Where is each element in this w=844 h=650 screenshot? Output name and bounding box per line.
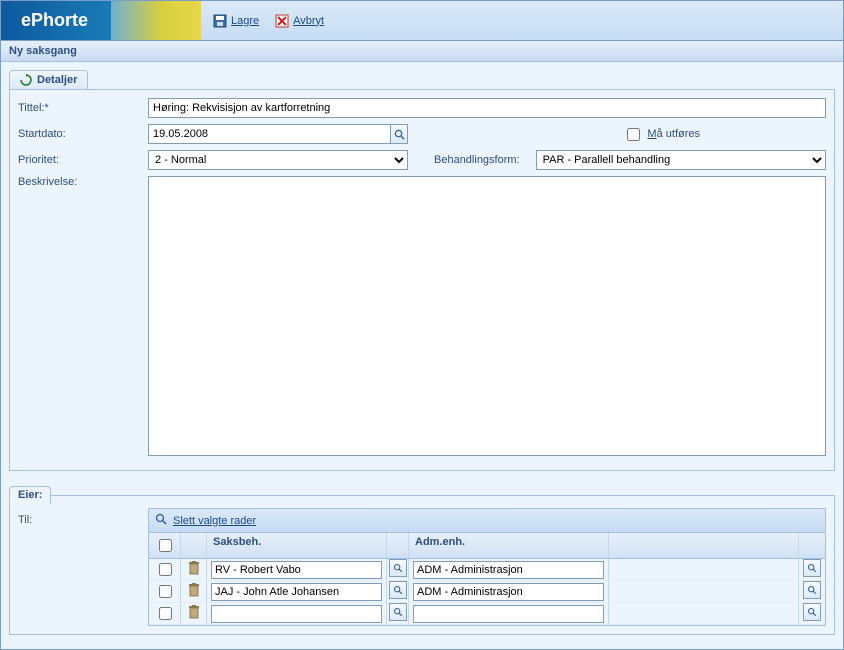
table-row [149,559,825,581]
ma-utfores-checkbox[interactable] [627,128,640,141]
search-icon [394,129,405,140]
brand-text: ePhorte [21,10,88,31]
refresh-icon [20,74,32,86]
cancel-icon [275,14,289,28]
row-select-checkbox[interactable] [159,607,172,620]
admenh-lookup-button[interactable] [803,603,821,621]
saksbeh-input[interactable] [211,583,382,601]
ma-utfores-label: Må utføres [647,128,700,140]
table-row [149,581,825,603]
row-select-checkbox[interactable] [159,585,172,598]
tittel-input[interactable] [148,98,826,118]
saksbeh-input[interactable] [211,605,382,623]
col-admenh-header: Adm.enh. [409,533,609,558]
saksbeh-lookup-button[interactable] [389,603,407,621]
startdato-input[interactable] [148,124,390,144]
saksbeh-lookup-button[interactable] [389,559,407,577]
grid-header: Saksbeh. Adm.enh. [149,533,825,559]
cancel-button[interactable]: Avbryt [275,14,324,28]
behandlingsform-label: Behandlingsform: [434,154,520,166]
table-row [149,603,825,625]
brand-logo: ePhorte [1,1,201,40]
select-all-checkbox[interactable] [159,539,172,552]
content-area: Detaljer Tittel:* Startdato: [1,62,843,649]
eier-panel: Eier: Til: Slett valgte rader Saksbeh. [9,495,835,635]
grid-toolbar: Slett valgte rader [149,509,825,533]
trash-icon[interactable] [188,605,200,622]
page-title: Ny saksgang [1,41,843,62]
saksbeh-lookup-button[interactable] [389,581,407,599]
prioritet-label: Prioritet: [18,154,148,166]
startdato-lookup-button[interactable] [390,124,408,144]
save-button[interactable]: Lagre [213,14,259,28]
detaljer-tab[interactable]: Detaljer [9,70,88,89]
startdato-label: Startdato: [18,128,148,140]
eier-tab[interactable]: Eier: [9,486,51,504]
trash-icon[interactable] [188,583,200,600]
detaljer-panel: Tittel:* Startdato: [9,89,835,471]
detaljer-tab-label: Detaljer [37,74,77,86]
admenh-lookup-button[interactable] [803,581,821,599]
save-label: Lagre [231,15,259,27]
tittel-label: Tittel:* [18,102,148,114]
app-window: ePhorte Lagre Avbryt Ny saksgang [0,0,844,650]
toolbar: Lagre Avbryt [201,1,324,40]
delete-selected-rows-button[interactable]: Slett valgte rader [173,515,256,527]
admenh-input[interactable] [413,561,604,579]
admenh-lookup-button[interactable] [803,559,821,577]
beskrivelse-label: Beskrivelse: [18,176,148,188]
admenh-input[interactable] [413,605,604,623]
col-saksbeh-header: Saksbeh. [207,533,387,558]
saksbeh-input[interactable] [211,561,382,579]
trash-icon[interactable] [188,561,200,578]
prioritet-select[interactable]: 2 - Normal [148,150,408,170]
behandlingsform-select[interactable]: PAR - Parallell behandling [536,150,826,170]
til-label: Til: [18,508,148,626]
recipients-grid: Slett valgte rader Saksbeh. Adm.enh. [148,508,826,626]
admenh-input[interactable] [413,583,604,601]
save-icon [213,14,227,28]
cancel-label: Avbryt [293,15,324,27]
header-bar: ePhorte Lagre Avbryt [1,1,843,41]
row-select-checkbox[interactable] [159,563,172,576]
beskrivelse-textarea[interactable] [148,176,826,456]
search-icon [155,513,167,528]
